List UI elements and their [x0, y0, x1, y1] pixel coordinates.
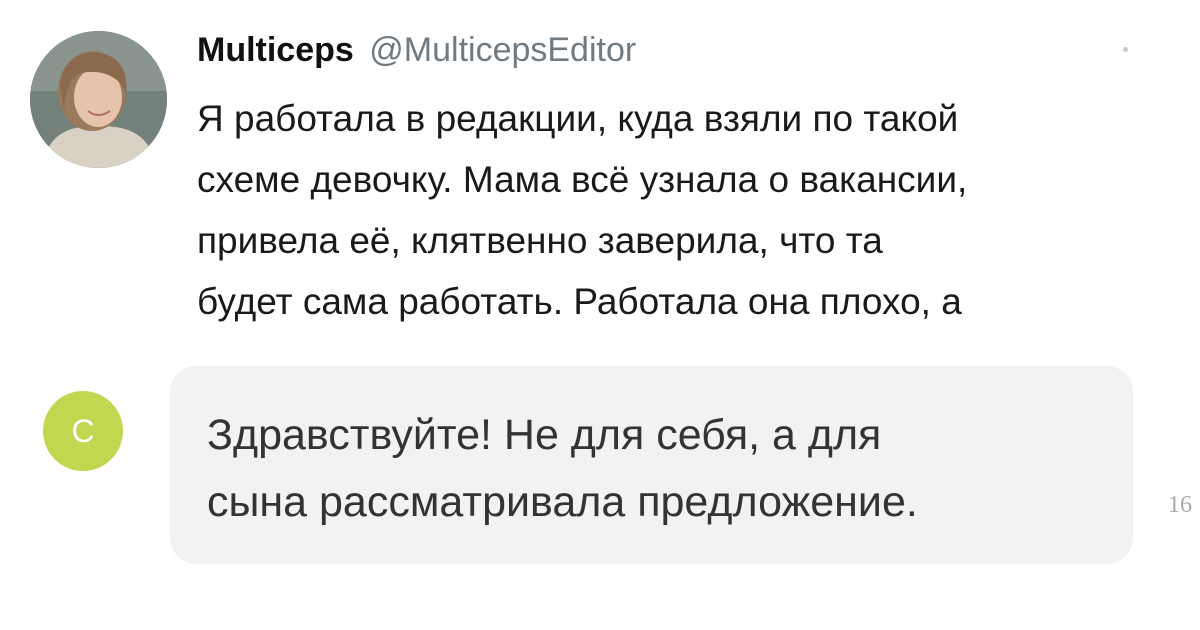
tweet-text: Я работала в редакции, куда взяли по так… — [197, 88, 1177, 332]
tweet-header: Multiceps @MulticepsEditor — [197, 24, 636, 76]
author-handle[interactable]: @MulticepsEditor — [369, 31, 636, 69]
tweet-text-line: схеме девочку. Мама всё узнала о ваканси… — [197, 159, 968, 200]
message-text-line: Здравствуйте! Не для себя, а для — [207, 411, 882, 459]
message-text-line: сына рассматривала предложение. — [207, 478, 918, 526]
reply-avatar[interactable]: С — [43, 391, 123, 471]
tweet-text-line: Я работала в редакции, куда взяли по так… — [197, 98, 959, 139]
more-options-icon[interactable] — [1123, 47, 1128, 52]
reply-avatar-initial: С — [71, 413, 95, 449]
tweet-text-line: привела её, клятвенно заверила, что та — [197, 220, 883, 261]
tweet-text-line: будет сама работать. Работала она плохо,… — [197, 281, 962, 322]
avatar-photo — [30, 31, 167, 168]
author-name[interactable]: Multiceps — [197, 31, 354, 69]
message-text: Здравствуйте! Не для себя, а для сына ра… — [207, 402, 1127, 536]
author-avatar[interactable] — [30, 31, 167, 168]
message-timestamp: 16 — [1168, 492, 1192, 518]
